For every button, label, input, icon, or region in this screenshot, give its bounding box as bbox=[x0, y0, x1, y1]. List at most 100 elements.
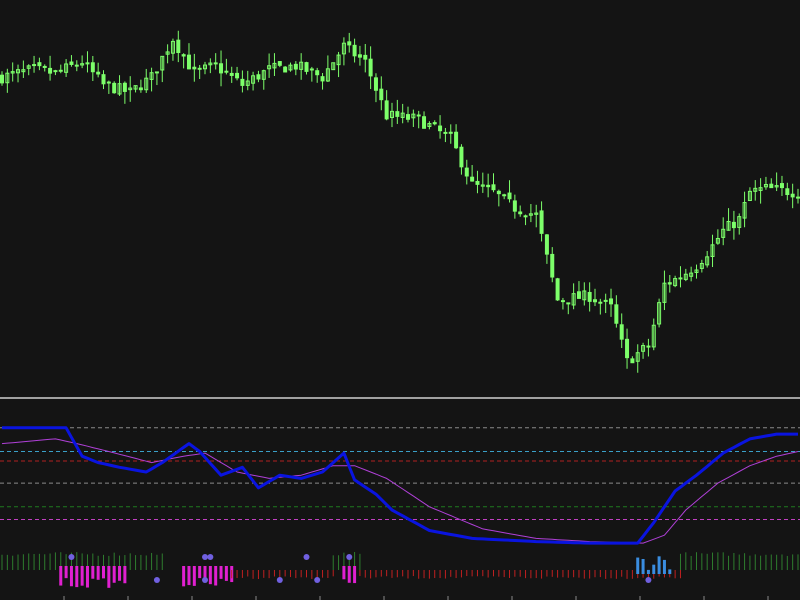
candle-body bbox=[138, 87, 143, 91]
candle-body bbox=[464, 167, 469, 177]
candle-body bbox=[432, 122, 437, 125]
candle-body bbox=[176, 39, 181, 54]
candle-body bbox=[491, 184, 496, 191]
candle-body bbox=[53, 70, 58, 73]
candle-body bbox=[32, 64, 37, 67]
signal-dot bbox=[153, 577, 160, 583]
signal-dot bbox=[303, 554, 310, 560]
candle-body bbox=[544, 234, 549, 255]
candle-body bbox=[598, 301, 603, 304]
signal-dot bbox=[346, 554, 353, 560]
signal-dot bbox=[645, 577, 652, 583]
candle-body bbox=[790, 193, 795, 198]
candle-body bbox=[384, 100, 389, 120]
candle-body bbox=[502, 194, 507, 197]
candle-body bbox=[309, 68, 314, 71]
candle-body bbox=[122, 82, 127, 92]
candle-body bbox=[779, 183, 784, 189]
candle-body bbox=[560, 300, 565, 303]
candle-body bbox=[186, 54, 191, 70]
candle-body bbox=[96, 71, 101, 75]
signal-dot bbox=[68, 554, 75, 560]
candle-body bbox=[315, 70, 320, 76]
candle-body bbox=[406, 114, 411, 120]
candle-body bbox=[619, 324, 624, 340]
candle-body bbox=[422, 116, 427, 129]
candle-body bbox=[587, 291, 592, 302]
candle-body bbox=[320, 76, 325, 82]
candle-body bbox=[609, 298, 614, 305]
candle-body bbox=[106, 81, 111, 84]
candle-body bbox=[368, 58, 373, 77]
candle-body bbox=[283, 66, 288, 73]
candle-body bbox=[277, 61, 282, 66]
candle-body bbox=[379, 88, 384, 101]
candle-body bbox=[197, 67, 202, 70]
candle-body bbox=[592, 299, 597, 303]
candle-body bbox=[486, 184, 491, 188]
candle-body bbox=[357, 54, 362, 58]
candle-body bbox=[154, 71, 159, 74]
candle-body bbox=[192, 66, 197, 70]
candle-body bbox=[576, 291, 581, 299]
candle-body bbox=[443, 131, 448, 134]
candle-body bbox=[566, 302, 571, 305]
signal-dot bbox=[276, 577, 283, 583]
candle-body bbox=[304, 62, 309, 72]
candle-body bbox=[769, 183, 774, 189]
candle-body bbox=[646, 345, 651, 348]
candle-body bbox=[630, 358, 635, 364]
candle-body bbox=[293, 63, 298, 70]
signal-dot bbox=[314, 577, 321, 583]
candle-body bbox=[58, 69, 63, 72]
candle-body bbox=[373, 77, 378, 91]
candle-body bbox=[224, 70, 229, 73]
candle-body bbox=[219, 63, 224, 74]
candle-body bbox=[416, 114, 421, 117]
candle-body bbox=[112, 82, 117, 94]
candle-body bbox=[539, 210, 544, 234]
candle-body bbox=[438, 125, 443, 132]
candle-body bbox=[69, 61, 74, 65]
candle-body bbox=[678, 277, 683, 280]
candle-body bbox=[48, 67, 53, 74]
candle-body bbox=[667, 282, 672, 285]
candle-body bbox=[454, 131, 459, 149]
candle-body bbox=[785, 188, 790, 196]
candle-body bbox=[625, 338, 630, 359]
candle-body bbox=[470, 176, 475, 182]
candle-body bbox=[550, 253, 555, 278]
candle-body bbox=[42, 65, 47, 68]
candle-body bbox=[90, 62, 95, 73]
candle-body bbox=[0, 74, 4, 84]
candle-body bbox=[475, 180, 480, 185]
candle-body bbox=[256, 74, 261, 80]
candle-body bbox=[518, 211, 523, 215]
candle-body bbox=[507, 192, 512, 200]
candle-body bbox=[796, 196, 800, 199]
candle-body bbox=[229, 72, 234, 76]
candle-body bbox=[395, 111, 400, 117]
candle-body bbox=[496, 190, 501, 195]
candle-body bbox=[352, 44, 357, 57]
candle-body bbox=[448, 131, 453, 134]
candle-body bbox=[347, 41, 352, 46]
signal-dot bbox=[207, 554, 214, 560]
candle-body bbox=[213, 62, 218, 65]
candle-body bbox=[555, 278, 560, 301]
candle-body bbox=[240, 78, 245, 86]
candle-body bbox=[614, 304, 619, 324]
candle-body bbox=[731, 221, 736, 229]
candle-body bbox=[181, 54, 186, 57]
trading-chart bbox=[0, 0, 800, 600]
chart-canvas bbox=[0, 0, 800, 600]
candle-body bbox=[74, 64, 79, 67]
candle-body bbox=[459, 146, 464, 168]
candle-body bbox=[523, 215, 528, 218]
signal-dot bbox=[202, 577, 209, 583]
candle-body bbox=[363, 54, 368, 60]
candle-body bbox=[235, 72, 240, 79]
candle-body bbox=[512, 200, 517, 212]
candle-body bbox=[37, 62, 42, 67]
signal-dot bbox=[202, 554, 209, 560]
